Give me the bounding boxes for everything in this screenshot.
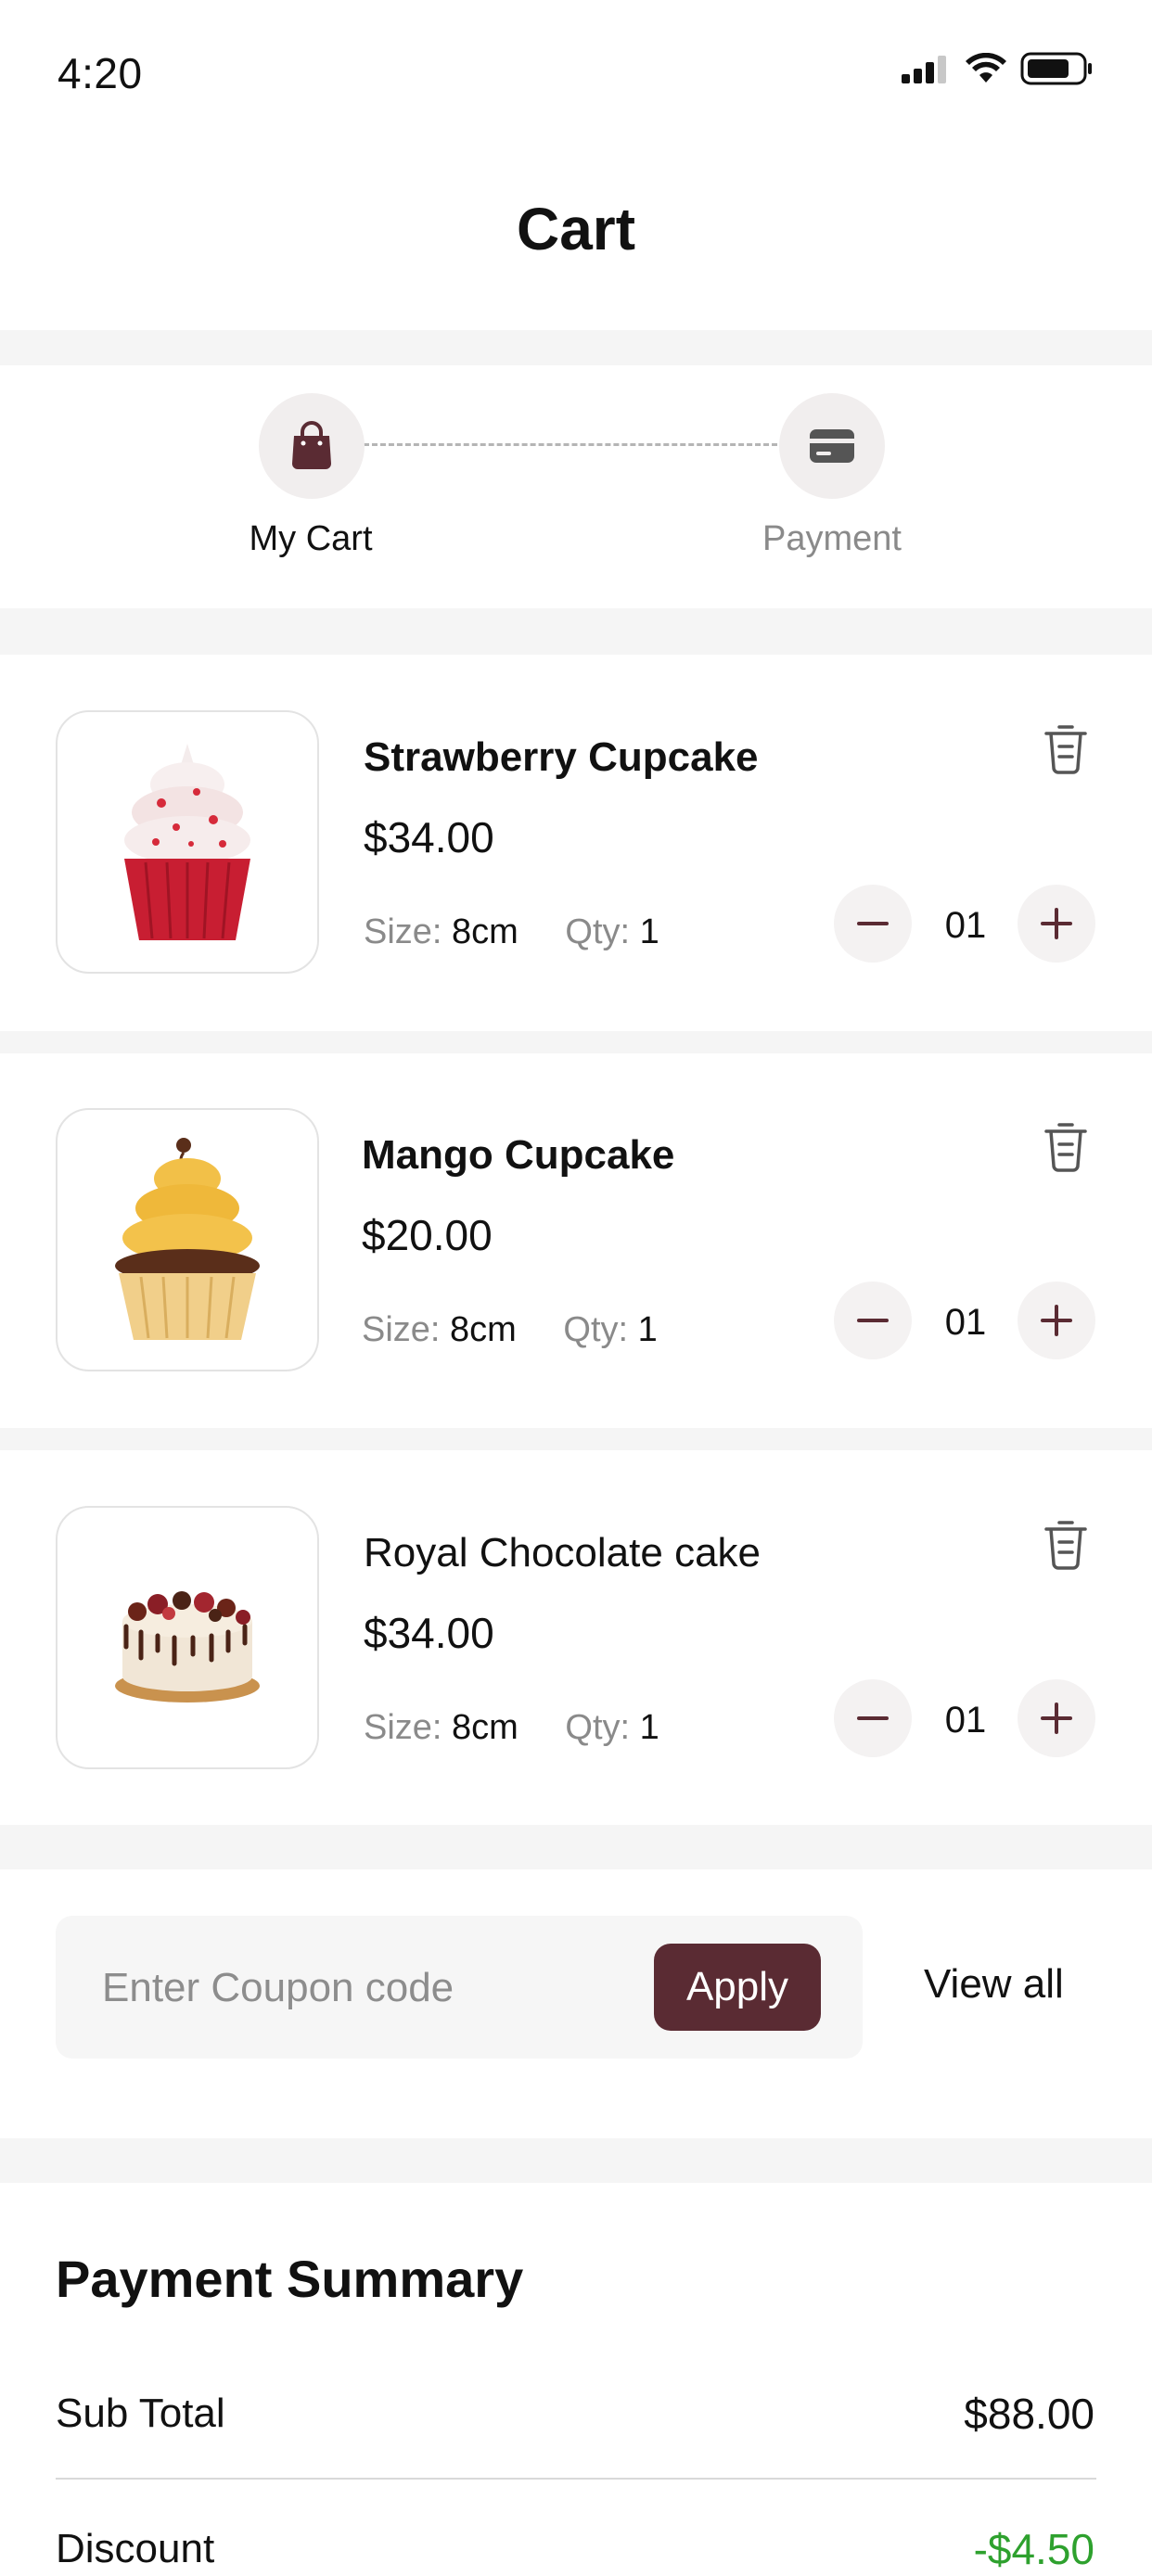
delete-button[interactable]: [1043, 1119, 1089, 1178]
wifi-icon: [966, 53, 1006, 83]
step-label-my-cart: My Cart: [249, 519, 373, 558]
view-all-coupons-link[interactable]: View all: [924, 1961, 1064, 2008]
trash-icon: [1044, 725, 1087, 774]
stepper-connector: [364, 443, 786, 446]
size-label: Size:: [364, 912, 442, 951]
decrease-quantity-button[interactable]: [834, 1282, 912, 1359]
discount-label: Discount: [56, 2526, 215, 2571]
step-payment[interactable]: [779, 393, 885, 499]
item-divider: [0, 1031, 1152, 1053]
size-label: Size:: [362, 1310, 441, 1349]
cupcake-image: [124, 744, 250, 940]
item-price: $20.00: [362, 1211, 493, 1259]
discount-value: -$4.50: [973, 2525, 1094, 2573]
item-price: $34.00: [364, 813, 494, 861]
coupon-field: Apply: [56, 1916, 863, 2060]
product-image-mango-cupcake[interactable]: [56, 1108, 319, 1371]
item-name: Strawberry Cupcake: [364, 734, 759, 780]
item-name: Royal Chocolate cake: [364, 1530, 762, 1575]
section-divider: [0, 2138, 1152, 2183]
payment-summary-title: Payment Summary: [56, 2250, 524, 2308]
cupcake-image: [115, 1138, 260, 1340]
subtotal-value: $88.00: [964, 2390, 1094, 2438]
section-divider: [0, 1825, 1152, 1869]
coupon-input[interactable]: [100, 1916, 623, 2060]
item-meta: Size: 8cm Qty: 1: [364, 912, 659, 952]
credit-card-icon: [810, 429, 854, 463]
apply-coupon-button[interactable]: Apply: [654, 1944, 821, 2031]
step-label-payment: Payment: [762, 519, 902, 558]
decrease-quantity-button[interactable]: [834, 1679, 912, 1757]
decrease-quantity-button[interactable]: [834, 885, 912, 963]
minus-icon: [857, 922, 889, 925]
section-divider: [0, 608, 1152, 655]
plus-icon: [1041, 1305, 1072, 1336]
quantity-value: 01: [944, 905, 987, 946]
plus-icon: [1041, 908, 1072, 939]
size-label: Size:: [364, 1708, 442, 1747]
item-name: Mango Cupcake: [362, 1132, 675, 1178]
increase-quantity-button[interactable]: [1018, 1679, 1095, 1757]
status-icons: [900, 52, 1094, 85]
qty-value: 1: [639, 912, 659, 951]
item-divider: [0, 1428, 1152, 1450]
status-time: 4:20: [58, 49, 143, 97]
item-price: $34.00: [364, 1609, 494, 1657]
summary-divider: [56, 2478, 1096, 2480]
qty-label: Qty:: [565, 912, 631, 951]
quantity-value: 01: [944, 1302, 987, 1343]
signal-icon: [902, 56, 946, 83]
item-meta: Size: 8cm Qty: 1: [364, 1708, 659, 1748]
increase-quantity-button[interactable]: [1018, 885, 1095, 963]
minus-icon: [857, 1716, 889, 1720]
section-divider: [0, 330, 1152, 365]
product-image-royal-chocolate-cake[interactable]: [56, 1506, 319, 1769]
product-image-strawberry-cupcake[interactable]: [56, 710, 319, 974]
minus-icon: [857, 1319, 889, 1322]
trash-icon: [1044, 1123, 1087, 1172]
increase-quantity-button[interactable]: [1018, 1282, 1095, 1359]
size-value: 8cm: [452, 1708, 518, 1747]
quantity-value: 01: [944, 1700, 987, 1741]
shopping-bag-icon: [292, 421, 331, 469]
page-title: Cart: [516, 196, 636, 262]
delete-button[interactable]: [1043, 1517, 1089, 1575]
step-my-cart[interactable]: [259, 393, 365, 499]
trash-icon: [1044, 1521, 1087, 1570]
delete-button[interactable]: [1043, 721, 1089, 780]
battery-icon: [1020, 52, 1092, 85]
qty-value: 1: [639, 1708, 659, 1747]
subtotal-label: Sub Total: [56, 2391, 225, 2436]
qty-label: Qty:: [563, 1310, 629, 1349]
size-value: 8cm: [452, 912, 518, 951]
cake-image: [115, 1591, 260, 1702]
qty-value: 1: [637, 1310, 658, 1349]
size-value: 8cm: [450, 1310, 517, 1349]
item-meta: Size: 8cm Qty: 1: [362, 1310, 658, 1350]
plus-icon: [1041, 1702, 1072, 1734]
qty-label: Qty:: [565, 1708, 631, 1747]
